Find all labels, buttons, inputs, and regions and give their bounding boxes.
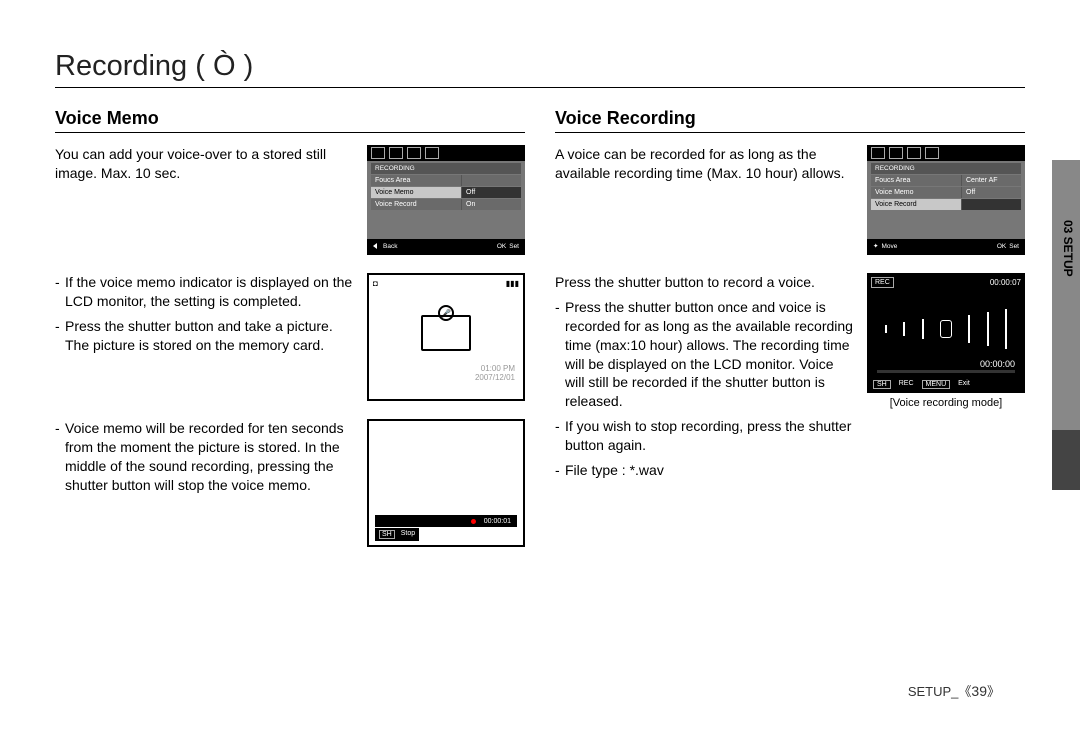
lcd-voice-memo-menu: RECORDING Foucs Area Voice MemoOff Voice… xyxy=(367,145,525,255)
memo-note-indicator: If the voice memo indicator is displayed… xyxy=(65,273,355,311)
footer-page: 39 xyxy=(971,683,987,699)
lcd-ok: OK xyxy=(497,243,506,250)
voice-memo-intro: You can add your voice-over to a stored … xyxy=(55,145,355,255)
elapsed-time: 00:00:07 xyxy=(990,278,1021,287)
shot-date: 2007/12/01 xyxy=(475,373,515,383)
sound-icon xyxy=(389,147,403,159)
menu-focus-area: Foucs Area xyxy=(371,175,461,186)
lcd-back: Back xyxy=(383,243,397,250)
press-shutter-line: Press the shutter button to record a voi… xyxy=(555,273,855,292)
rec-timer: 00:00:01 xyxy=(484,518,511,525)
menu-voice-record: Voice Record xyxy=(371,199,461,210)
voice-recording-heading: Voice Recording xyxy=(555,108,1025,133)
focus-frame xyxy=(421,315,471,351)
waveform-icon xyxy=(877,309,1015,349)
footer-section: SETUP_ xyxy=(908,684,959,699)
memo-note-shutter: Press the shutter button and take a pict… xyxy=(65,317,355,355)
mode-icon: ◘ xyxy=(373,279,378,288)
battery-icon: ▮▮▮ xyxy=(506,279,519,288)
settings-icon xyxy=(925,147,939,159)
menu-voice-memo: Voice Memo xyxy=(871,187,961,198)
rec-badge: REC xyxy=(871,277,894,288)
lcd-ok: OK xyxy=(997,243,1006,250)
page-title: Recording ( Ò ) xyxy=(55,50,1025,88)
menu-focus-area: Foucs Area xyxy=(871,175,961,186)
camera-icon xyxy=(871,147,885,159)
rec-note-filetype: File type : *.wav xyxy=(565,461,664,480)
menu-voice-memo: Voice Memo xyxy=(371,187,461,198)
sh-key: SH xyxy=(873,380,891,389)
rec-note-press-once: Press the shutter button once and voice … xyxy=(565,298,855,411)
menu-key: MENU xyxy=(922,380,951,389)
voice-recording-intro: A voice can be recorded for as long as t… xyxy=(555,145,855,255)
lcd-header: RECORDING xyxy=(371,163,521,174)
settings-icon xyxy=(425,147,439,159)
remain-time: 00:00:00 xyxy=(980,359,1015,369)
rec-label: REC xyxy=(899,380,914,389)
shot-time: 01:00 PM xyxy=(475,364,515,374)
sound-icon xyxy=(889,147,903,159)
lcd-move: Move xyxy=(881,243,897,250)
voice-mode-caption: [Voice recording mode] xyxy=(867,397,1025,409)
memo-note-tensec: Voice memo will be recorded for ten seco… xyxy=(65,419,355,495)
lcd-set: Set xyxy=(1009,243,1019,250)
lcd-header: RECORDING xyxy=(871,163,1021,174)
display-icon xyxy=(407,147,421,159)
rec-dot-icon xyxy=(471,519,476,524)
stop-label: Stop xyxy=(401,530,415,539)
voice-memo-column: Voice Memo You can add your voice-over t… xyxy=(55,108,525,565)
menu-voice-record: Voice Record xyxy=(871,199,961,210)
side-tab-accent xyxy=(1052,430,1080,490)
display-icon xyxy=(907,147,921,159)
rec-note-stop: If you wish to stop recording, press the… xyxy=(565,417,855,455)
page-footer: SETUP_《39》 xyxy=(908,681,1000,700)
sh-label: SH xyxy=(379,530,395,539)
camera-icon xyxy=(371,147,385,159)
lcd-memo-recording: 00:00:01 SH Stop xyxy=(367,419,525,547)
mic-icon xyxy=(940,320,952,338)
lcd-voice-record-menu: RECORDING Foucs AreaCenter AF Voice Memo… xyxy=(867,145,1025,255)
lcd-shoot-preview: ◘ ▮▮▮ 🎤 01:00 PM 2007/12/01 xyxy=(367,273,525,401)
voice-memo-heading: Voice Memo xyxy=(55,108,525,133)
lcd-set: Set xyxy=(509,243,519,250)
side-tab-label: 03 SETUP xyxy=(1061,220,1075,277)
exit-label: Exit xyxy=(958,380,970,389)
voice-recording-column: Voice Recording A voice can be recorded … xyxy=(555,108,1025,565)
side-tab-bg xyxy=(1052,160,1080,430)
lcd-voice-recording-mode: REC 00:00:07 00:0 xyxy=(867,273,1025,393)
